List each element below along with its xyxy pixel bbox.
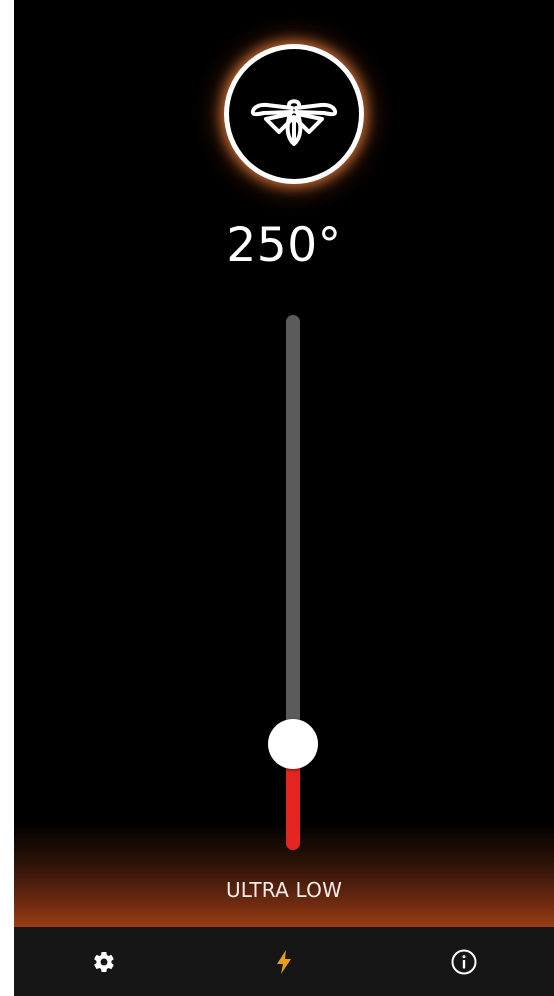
bottom-tab-bar [14,927,554,996]
temperature-slider[interactable] [260,310,326,855]
heat-mode-label: ULTRA LOW [225,878,343,902]
lightning-bolt-icon [277,949,291,974]
firefly-icon [250,99,338,146]
temperature-readout: 250° [226,218,342,273]
slider-thumb[interactable] [268,719,318,769]
info-icon [451,949,477,974]
slider-track[interactable] [286,315,300,850]
gear-icon [94,951,114,972]
firefly-logo [224,44,364,184]
tab-info[interactable] [374,927,554,996]
tab-settings[interactable] [14,927,194,996]
tab-heat[interactable] [194,927,374,996]
app-screen: 250° ULTRA LOW [14,0,554,996]
